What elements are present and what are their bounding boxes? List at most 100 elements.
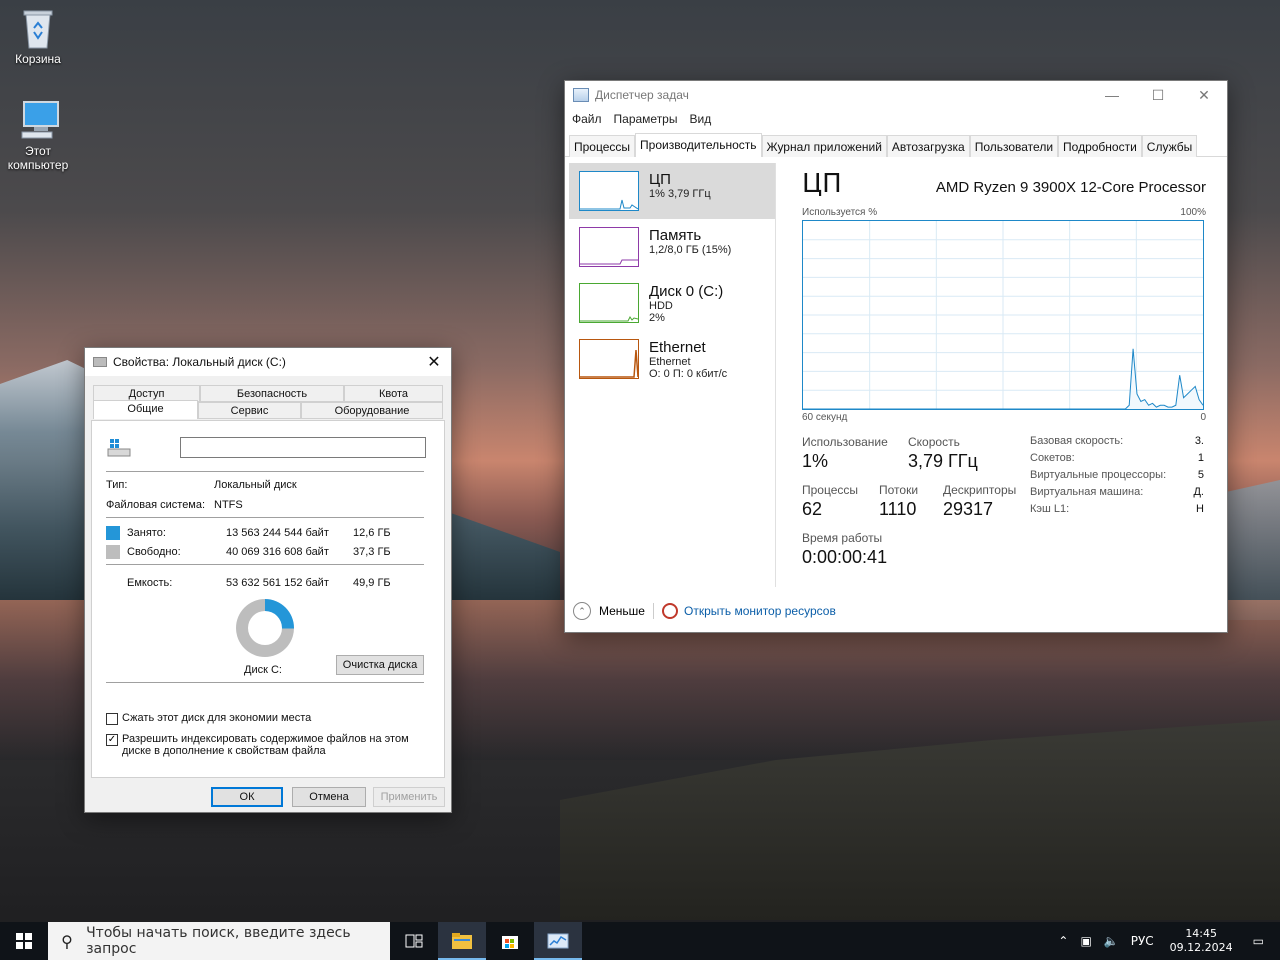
cpu-stats: Использование 1% Скорость 3,79 ГГц Проце…: [802, 435, 1206, 595]
footer-separator: [652, 603, 654, 619]
processes-title: Процессы: [802, 483, 859, 497]
menu-view[interactable]: Вид: [689, 112, 711, 126]
desktop-icon-recycle-bin[interactable]: Корзина: [0, 8, 76, 66]
store-button[interactable]: [486, 922, 534, 960]
tab-details[interactable]: Подробности: [1058, 135, 1142, 157]
tab-tools[interactable]: Сервис: [198, 402, 301, 419]
used-bytes: 13 563 244 544 байт: [226, 527, 329, 539]
tab-users[interactable]: Пользователи: [969, 135, 1059, 157]
resource-cpu[interactable]: ЦП 1% 3,79 ГГц: [569, 163, 775, 219]
cpu-info-table: Базовая скорость: 3. Сокетов: 1 Виртуальны…: [1030, 435, 1204, 520]
used-gb: 12,6 ГБ: [353, 527, 391, 539]
task-view-icon: [405, 934, 423, 948]
memory-mini-graph: [579, 227, 639, 267]
tab-services[interactable]: Службы: [1141, 135, 1198, 157]
info-value: Н: [1196, 503, 1204, 515]
divider: [106, 517, 424, 518]
free-gb: 37,3 ГБ: [353, 546, 391, 558]
info-value: 5: [1197, 469, 1204, 481]
task-manager-window: Диспетчер задач — ☐ ✕ Файл Параметры Вид…: [564, 80, 1228, 633]
disk-cleanup-button[interactable]: Очистка диска: [336, 655, 424, 675]
speed-title: Скорость: [908, 435, 960, 449]
usage-value: 1%: [802, 451, 829, 471]
apply-button[interactable]: Применить: [373, 787, 445, 807]
graph-usage-label: Используется %: [802, 207, 878, 218]
uptime-title: Время работы: [802, 531, 883, 545]
notifications-icon[interactable]: ▭: [1243, 934, 1280, 948]
chevron-up-icon[interactable]: ⌃: [1052, 934, 1074, 948]
handles-value: 29317: [943, 499, 994, 519]
resource-detail: 2%: [649, 312, 665, 324]
index-checkbox[interactable]: ✓: [106, 734, 118, 746]
tab-performance[interactable]: Производительность: [635, 133, 762, 157]
volume-icon[interactable]: 🔈: [1098, 934, 1125, 948]
chevron-up-icon[interactable]: ⌃: [573, 602, 591, 620]
graph-min-label: 0: [1200, 412, 1206, 423]
cpu-details: ЦП AMD Ryzen 9 3900X 12-Core Processor И…: [802, 169, 1206, 595]
divider: [106, 682, 424, 683]
start-button[interactable]: [0, 922, 48, 960]
computer-icon: [18, 100, 59, 140]
fewer-details-link[interactable]: Меньше: [599, 604, 645, 618]
divider: [106, 471, 424, 472]
minimize-button[interactable]: —: [1089, 81, 1135, 109]
resource-detail: Ethernet: [649, 356, 691, 368]
task-manager-taskbar-button[interactable]: [534, 922, 582, 960]
usage-title: Использование: [802, 435, 888, 449]
tab-app-history[interactable]: Журнал приложений: [761, 135, 887, 157]
open-resource-monitor-link[interactable]: Открыть монитор ресурсов: [684, 604, 836, 618]
info-key: Сокетов:: [1030, 452, 1075, 464]
compress-label: Сжать этот диск для экономии места: [122, 712, 312, 724]
tab-security[interactable]: Безопасность: [200, 385, 344, 402]
disk-label: Диск C:: [244, 664, 282, 676]
close-button[interactable]: ✕: [1181, 81, 1227, 109]
volume-name-input[interactable]: [180, 437, 426, 458]
close-button[interactable]: ✕: [417, 348, 451, 376]
file-explorer-button[interactable]: [438, 922, 486, 960]
search-box[interactable]: ⚲ Чтобы начать поиск, введите здесь запр…: [48, 922, 390, 960]
windows-logo-icon: [16, 933, 32, 949]
clock[interactable]: 14:45 09.12.2024: [1160, 927, 1243, 955]
task-manager-icon: [547, 933, 569, 949]
task-manager-icon: [573, 88, 589, 102]
desktop-icon-label: Этот компьютер: [7, 144, 69, 172]
resource-detail: О: 0 П: 0 кбит/с: [649, 368, 728, 380]
pane-divider[interactable]: [775, 163, 776, 587]
resource-memory[interactable]: Память 1,2/8,0 ГБ (15%): [569, 219, 775, 275]
resource-disk[interactable]: Диск 0 (C:) HDD 2%: [569, 275, 775, 331]
general-panel: Тип: Локальный диск Файловая система: NT…: [91, 420, 445, 778]
dialog-titlebar[interactable]: Свойства: Локальный диск (C:): [85, 348, 451, 376]
compress-checkbox[interactable]: [106, 713, 118, 725]
capacity-label: Емкость:: [127, 577, 173, 589]
free-bytes: 40 069 316 608 байт: [226, 546, 329, 558]
capacity-gb: 49,9 ГБ: [353, 577, 391, 589]
menu-options[interactable]: Параметры: [614, 112, 678, 126]
used-swatch: [106, 526, 120, 540]
tab-general[interactable]: Общие: [93, 400, 198, 419]
network-icon[interactable]: ▣: [1074, 934, 1097, 948]
tab-processes[interactable]: Процессы: [569, 135, 636, 157]
search-icon: ⚲: [61, 931, 73, 951]
cancel-button[interactable]: Отмена: [292, 787, 366, 807]
menu-file[interactable]: Файл: [572, 112, 602, 126]
maximize-button[interactable]: ☐: [1135, 81, 1181, 109]
dialog-title: Свойства: Локальный диск (C:): [113, 355, 286, 369]
tab-startup[interactable]: Автозагрузка: [886, 135, 970, 157]
language-indicator[interactable]: РУС: [1125, 934, 1160, 948]
processor-name: AMD Ryzen 9 3900X 12-Core Processor: [935, 179, 1206, 196]
resource-list: ЦП 1% 3,79 ГГц Память 1,2/8,0 ГБ (15%) Д…: [569, 163, 775, 387]
processes-value: 62: [802, 499, 823, 519]
tab-quota[interactable]: Квота: [344, 385, 443, 402]
hard-drive-icon: [106, 437, 132, 459]
resource-ethernet[interactable]: Ethernet Ethernet О: 0 П: 0 кбит/с: [569, 331, 775, 387]
ok-button[interactable]: ОК: [211, 787, 283, 807]
type-label: Тип:: [106, 479, 128, 491]
resource-title: ЦП: [649, 171, 671, 188]
tab-hardware[interactable]: Оборудование: [301, 402, 443, 419]
type-value: Локальный диск: [214, 479, 297, 491]
desktop-icon-this-pc[interactable]: Этот компьютер: [0, 100, 76, 172]
task-view-button[interactable]: [390, 922, 438, 960]
task-manager-footer: ⌃ Меньше Открыть монитор ресурсов: [573, 602, 836, 620]
used-label: Занято:: [127, 527, 166, 539]
resource-detail: HDD: [649, 300, 673, 312]
